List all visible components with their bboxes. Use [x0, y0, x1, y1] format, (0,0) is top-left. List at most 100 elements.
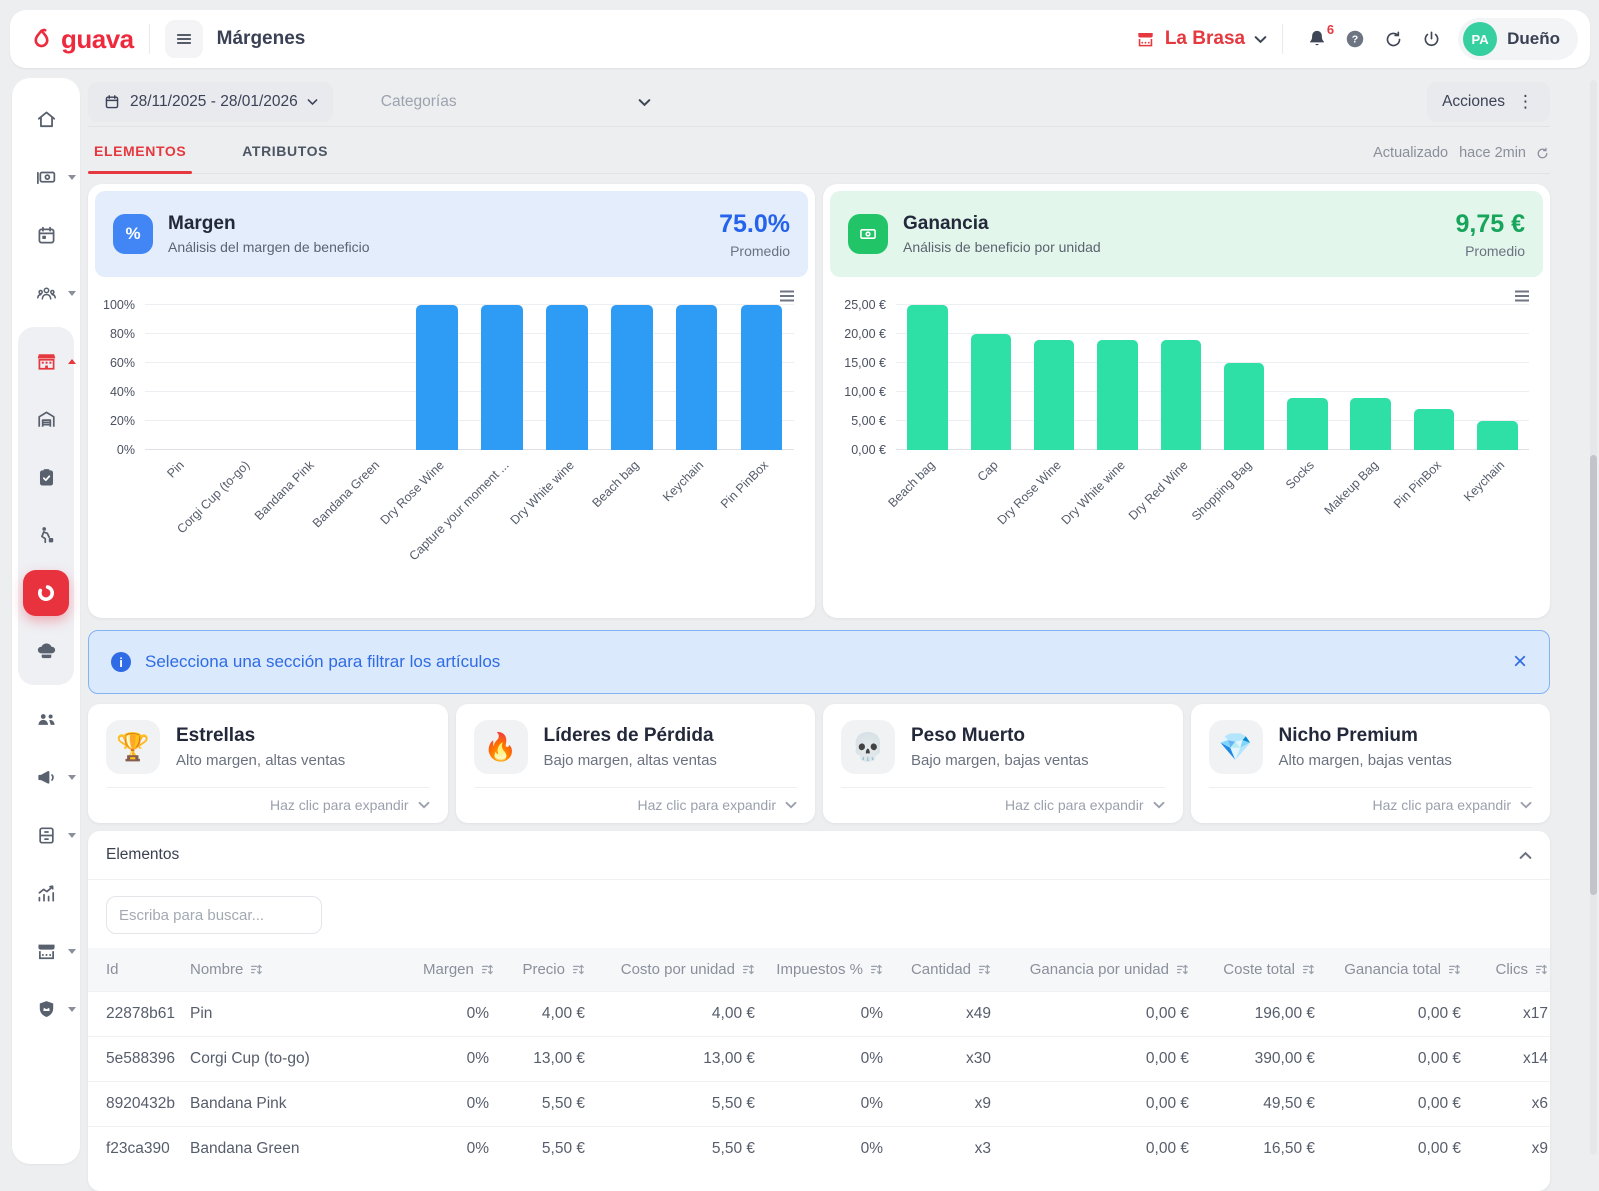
sidebar-item-restaurant[interactable] — [23, 336, 69, 386]
table-cell: Bandana Green — [180, 1127, 413, 1172]
x-tick-label: Bandana Green — [310, 458, 382, 530]
column-header-impuestos-[interactable]: Impuestos % — [765, 948, 893, 992]
sort-icon — [742, 963, 755, 976]
refresh-icon[interactable] — [1374, 20, 1412, 58]
y-tick-label: 0,00 € — [851, 443, 886, 457]
sidebar-item-customers[interactable] — [23, 268, 69, 318]
sidebar-item-payments[interactable] — [23, 152, 69, 202]
sidebar-item-admin-shield[interactable] — [23, 984, 69, 1034]
table-cell: x9 — [893, 1082, 1001, 1127]
column-header-ganancia-por-unidad[interactable]: Ganancia por unidad — [1001, 948, 1199, 992]
sidebar-expanded-group — [18, 327, 74, 685]
column-header-coste-total[interactable]: Coste total — [1199, 948, 1325, 992]
location-name: La Brasa — [1165, 28, 1245, 50]
menu-hamburger-icon[interactable] — [165, 20, 203, 58]
delivery-icon — [35, 524, 58, 547]
card-subtitle: Análisis de beneficio por unidad — [903, 239, 1101, 255]
table-cell: x3 — [893, 1127, 1001, 1172]
tab-elementos[interactable]: ELEMENTOS — [88, 143, 192, 173]
table-row[interactable]: 8920432bBandana Pink0%5,50 €5,50 €0%x90,… — [88, 1082, 1550, 1127]
quadrant-lideres-perdida[interactable]: 🔥 Líderes de Pérdida Bajo margen, altas … — [456, 704, 816, 823]
column-header-precio[interactable]: Precio — [499, 948, 595, 992]
column-header-ganancia-total[interactable]: Ganancia total — [1325, 948, 1471, 992]
power-icon[interactable] — [1412, 20, 1450, 58]
table-cell: 0% — [413, 1127, 499, 1172]
location-selector[interactable]: La Brasa — [1135, 28, 1267, 50]
table-cell: 0,00 € — [1325, 992, 1471, 1037]
x-tick-label: Dry Red Wine — [1126, 458, 1191, 523]
chart-menu-icon[interactable] — [779, 290, 795, 302]
tab-atributos[interactable]: ATRIBUTOS — [236, 143, 334, 173]
expand-label: Haz clic para expandir — [1372, 797, 1511, 813]
actions-button[interactable]: Acciones ⋮ — [1427, 82, 1550, 122]
x-tick-label: Dry White wine — [507, 458, 576, 527]
column-header-cantidad[interactable]: Cantidad — [893, 948, 1001, 992]
table-cell: x49 — [893, 992, 1001, 1037]
user-menu[interactable]: PA Dueño — [1458, 18, 1578, 60]
table-cell: 0% — [413, 1082, 499, 1127]
sidebar-item-delivery[interactable] — [23, 510, 69, 560]
column-header-clics[interactable]: Clics — [1471, 948, 1550, 992]
date-range-picker[interactable]: 28/11/2025 - 28/01/2026 — [88, 82, 333, 122]
quadrant-peso-muerto[interactable]: 💀 Peso Muerto Bajo margen, bajas ventas … — [823, 704, 1183, 823]
table-cell: 0% — [413, 1037, 499, 1082]
sidebar-item-marketing[interactable] — [23, 752, 69, 802]
x-tick-label: Makeup Bag — [1321, 458, 1381, 518]
chart-menu-icon[interactable] — [1514, 290, 1530, 302]
sidebar-item-rooms[interactable] — [23, 394, 69, 444]
column-header-margen[interactable]: Margen — [413, 948, 499, 992]
scrollbar-thumb[interactable] — [1590, 455, 1597, 895]
refresh-small-icon[interactable] — [1535, 146, 1550, 161]
chevron-up-icon[interactable] — [1519, 851, 1532, 860]
profit-chart-card: Ganancia Análisis de beneficio por unida… — [823, 184, 1550, 618]
x-tick-label: Corgi Cup (to-go) — [174, 458, 252, 536]
table-cell: x6 — [1471, 1082, 1550, 1127]
table-row[interactable]: 5e588396Corgi Cup (to-go)0%13,00 €13,00 … — [88, 1037, 1550, 1082]
table-cell: 16,50 € — [1199, 1127, 1325, 1172]
table-row[interactable]: 22878b61Pin0%4,00 €4,00 €0%x490,00 €196,… — [88, 992, 1550, 1037]
sidebar-item-chef-hat[interactable] — [23, 626, 69, 676]
expand-label: Haz clic para expandir — [270, 797, 409, 813]
item-id-link[interactable]: f23ca390 — [88, 1127, 180, 1172]
table-cell: 0,00 € — [1325, 1037, 1471, 1082]
close-icon[interactable]: × — [1513, 650, 1527, 674]
average-profit-value: 9,75 € — [1455, 210, 1525, 239]
sidebar-item-home[interactable] — [23, 94, 69, 144]
table-cell: 0% — [413, 992, 499, 1037]
guava-logo[interactable]: guava — [28, 24, 134, 55]
y-axis: 0%20%40%60%80%100% — [95, 305, 139, 450]
x-tick-label: Keychain — [660, 458, 706, 504]
item-id-link[interactable]: 8920432b — [88, 1082, 180, 1127]
x-tick-label: Shopping Bag — [1189, 458, 1254, 523]
bar-shopping-bag — [1224, 363, 1265, 450]
sidebar-item-calendar[interactable] — [23, 210, 69, 260]
quadrant-estrellas[interactable]: 🏆 Estrellas Alto margen, altas ventas Ha… — [88, 704, 448, 823]
x-tick-label: Keychain — [1461, 458, 1507, 504]
item-id-link[interactable]: 22878b61 — [88, 992, 180, 1037]
table-row[interactable]: f23ca390Bandana Green0%5,50 €5,50 €0%x30… — [88, 1127, 1550, 1172]
main-content: 28/11/2025 - 28/01/2026 Categorías Accio… — [88, 78, 1550, 1191]
storefront-icon — [1135, 29, 1156, 50]
bar-cap — [971, 334, 1012, 450]
column-header-nombre[interactable]: Nombre — [180, 948, 413, 992]
help-icon[interactable]: ? — [1336, 20, 1374, 58]
notifications-bell-icon[interactable]: 6 — [1298, 20, 1336, 58]
y-tick-label: 25,00 € — [844, 298, 886, 312]
sidebar-item-stats[interactable] — [23, 868, 69, 918]
sidebar-item-inventory[interactable] — [23, 810, 69, 860]
guava-fruit-icon — [28, 26, 55, 53]
y-tick-label: 5,00 € — [851, 414, 886, 428]
quadrant-nicho-premium[interactable]: 💎 Nicho Premium Alto margen, bajas venta… — [1191, 704, 1551, 823]
sidebar-item-store[interactable] — [23, 926, 69, 976]
sidebar-item-margins-donut[interactable] — [23, 568, 69, 618]
item-id-link[interactable]: 5e588396 — [88, 1037, 180, 1082]
bar-makeup-bag — [1350, 398, 1391, 450]
sidebar-item-tasks[interactable] — [23, 452, 69, 502]
column-header-costo-por-unidad[interactable]: Costo por unidad — [595, 948, 765, 992]
categories-select[interactable]: Categorías — [381, 93, 651, 111]
sort-icon — [978, 963, 991, 976]
sidebar-item-staff[interactable] — [23, 694, 69, 744]
updated-time: hace 2min — [1459, 145, 1526, 161]
search-input[interactable] — [106, 896, 322, 934]
bar-keychain — [1477, 421, 1518, 450]
